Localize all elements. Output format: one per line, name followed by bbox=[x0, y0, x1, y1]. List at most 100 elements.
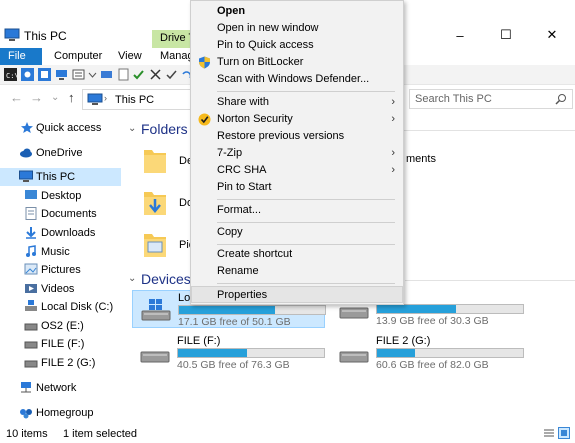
music-icon bbox=[26, 245, 36, 257]
drive-usage-bar bbox=[376, 348, 524, 358]
search-placeholder: Search This PC bbox=[415, 93, 492, 105]
sidebar-item-quick-access[interactable]: Quick access bbox=[0, 119, 121, 137]
sidebar-item-documents[interactable]: Documents bbox=[0, 205, 121, 223]
sidebar-item-pictures[interactable]: Pictures bbox=[0, 261, 121, 279]
menu-item-rename[interactable]: Rename bbox=[191, 263, 403, 280]
drive-icon bbox=[24, 341, 38, 349]
menu-item-open-new-window[interactable]: Open in new window bbox=[191, 20, 403, 37]
sidebar-item-music[interactable]: Music bbox=[0, 243, 121, 261]
properties-list-icon[interactable] bbox=[72, 68, 85, 81]
sidebar-item-network[interactable]: Network bbox=[0, 379, 121, 397]
menu-item-properties[interactable]: Properties bbox=[191, 286, 403, 303]
forward-button[interactable]: → bbox=[30, 90, 43, 105]
menu-item-7zip[interactable]: 7-Zip › bbox=[191, 145, 403, 162]
minimize-button[interactable]: – bbox=[437, 22, 483, 48]
menu-item-format[interactable]: Format... bbox=[191, 202, 403, 219]
menu-item-pin-quick-access[interactable]: Pin to Quick access bbox=[191, 37, 403, 54]
drive-icon bbox=[24, 323, 38, 331]
back-button[interactable]: ← bbox=[10, 90, 23, 105]
settings-icon[interactable] bbox=[21, 68, 34, 81]
tab-file[interactable]: File bbox=[0, 48, 42, 65]
network-drive-icon[interactable] bbox=[100, 68, 113, 81]
menu-item-share-with[interactable]: Share with › bbox=[191, 94, 403, 111]
note-icon[interactable] bbox=[117, 68, 130, 81]
drive-usage-bar bbox=[177, 348, 325, 358]
properties-icon[interactable] bbox=[38, 68, 51, 81]
sidebar-item-homegroup[interactable]: Homegroup bbox=[0, 404, 121, 422]
drive-usage-fill bbox=[377, 349, 415, 357]
breadcrumb-separator-icon: › bbox=[104, 93, 107, 103]
chevron-down-icon[interactable]: ⌄ bbox=[128, 123, 136, 134]
drive-name: FILE (F:) bbox=[177, 335, 221, 347]
chevron-down-icon[interactable]: ⌄ bbox=[128, 273, 136, 284]
check-icon[interactable] bbox=[165, 68, 178, 81]
details-view-icon[interactable] bbox=[543, 427, 555, 439]
sidebar-item-onedrive[interactable]: OneDrive bbox=[0, 144, 121, 162]
up-button[interactable]: ↑ bbox=[68, 90, 75, 105]
sidebar-item-os2[interactable]: OS2 (E:) bbox=[0, 317, 121, 335]
menu-item-norton[interactable]: Norton Security › bbox=[191, 111, 403, 128]
breadcrumb: This PC bbox=[115, 94, 155, 106]
drive-free-space: 17.1 GB free of 50.1 GB bbox=[178, 316, 291, 328]
this-pc-icon bbox=[87, 93, 103, 105]
documents-icon bbox=[25, 207, 37, 220]
shield-icon bbox=[199, 56, 210, 69]
drive-icon bbox=[140, 351, 170, 363]
this-pc-icon bbox=[4, 28, 20, 41]
search-icon bbox=[555, 94, 566, 105]
tab-view[interactable]: View bbox=[110, 48, 150, 65]
sidebar-item-downloads[interactable]: Downloads bbox=[0, 224, 121, 242]
pictures-icon bbox=[24, 263, 38, 275]
menu-item-create-shortcut[interactable]: Create shortcut bbox=[191, 246, 403, 263]
tab-computer[interactable]: Computer bbox=[46, 48, 110, 65]
drive-tile-file2-g[interactable]: FILE 2 (G:) 60.6 GB free of 82.0 GB bbox=[331, 334, 524, 372]
menu-separator bbox=[217, 244, 395, 245]
drive-free-space: 40.5 GB free of 76.3 GB bbox=[177, 359, 290, 371]
menu-separator bbox=[217, 222, 395, 223]
recent-locations-button[interactable]: ⌄ bbox=[51, 92, 59, 103]
menu-item-bitlocker[interactable]: Turn on BitLocker bbox=[191, 54, 403, 71]
chevron-down-icon[interactable] bbox=[86, 68, 99, 81]
sidebar-item-file-f[interactable]: FILE (F:) bbox=[0, 335, 121, 353]
drive-name: FILE 2 (G:) bbox=[376, 335, 431, 347]
address-bar[interactable]: › This PC bbox=[82, 89, 192, 110]
drive-usage-fill bbox=[179, 306, 276, 314]
navigation-pane: Quick access OneDrive This PC Desktop Do… bbox=[0, 114, 121, 422]
folder-label-documents[interactable]: ments bbox=[406, 153, 436, 165]
checkmark-icon[interactable] bbox=[132, 68, 145, 81]
menu-separator bbox=[217, 283, 395, 284]
videos-icon bbox=[25, 284, 37, 293]
close-button[interactable]: ✕ bbox=[529, 22, 575, 48]
search-input[interactable]: Search This PC bbox=[409, 89, 573, 109]
pictures-folder-icon bbox=[144, 234, 166, 257]
drive-usage-fill bbox=[178, 349, 247, 357]
menu-separator bbox=[217, 199, 395, 200]
homegroup-icon bbox=[20, 409, 32, 419]
cmd-icon[interactable]: C:\ bbox=[4, 68, 17, 81]
download-icon bbox=[26, 227, 36, 239]
menu-item-defender[interactable]: Scan with Windows Defender... bbox=[191, 71, 403, 88]
chevron-right-icon: › bbox=[391, 164, 395, 176]
maximize-button[interactable]: ☐ bbox=[483, 22, 529, 48]
sidebar-item-desktop[interactable]: Desktop bbox=[0, 187, 121, 205]
window-title: This PC bbox=[24, 29, 67, 43]
delete-icon[interactable] bbox=[149, 68, 162, 81]
menu-separator bbox=[217, 91, 395, 92]
sidebar-item-this-pc[interactable]: This PC bbox=[0, 168, 121, 186]
drive-tile-file-f[interactable]: FILE (F:) 40.5 GB free of 76.3 GB bbox=[132, 334, 325, 372]
sidebar-item-local-disk[interactable]: Local Disk (C:) bbox=[0, 298, 121, 316]
menu-item-crc-sha[interactable]: CRC SHA › bbox=[191, 162, 403, 179]
menu-item-restore[interactable]: Restore previous versions bbox=[191, 128, 403, 145]
sidebar-item-videos[interactable]: Videos bbox=[0, 280, 121, 298]
menu-item-copy[interactable]: Copy bbox=[191, 224, 403, 241]
context-menu: Open Open in new window Pin to Quick acc… bbox=[190, 0, 404, 305]
windows-drive-icon bbox=[25, 300, 37, 311]
tiles-view-icon[interactable] bbox=[558, 427, 570, 439]
menu-item-pin-start[interactable]: Pin to Start bbox=[191, 179, 403, 196]
status-item-count: 10 items bbox=[6, 428, 48, 440]
sidebar-item-file2-g[interactable]: FILE 2 (G:) bbox=[0, 354, 121, 372]
computer-icon[interactable] bbox=[55, 68, 68, 81]
menu-item-open[interactable]: Open bbox=[191, 3, 403, 20]
desktop-icon bbox=[25, 190, 37, 199]
group-divider bbox=[405, 280, 575, 281]
